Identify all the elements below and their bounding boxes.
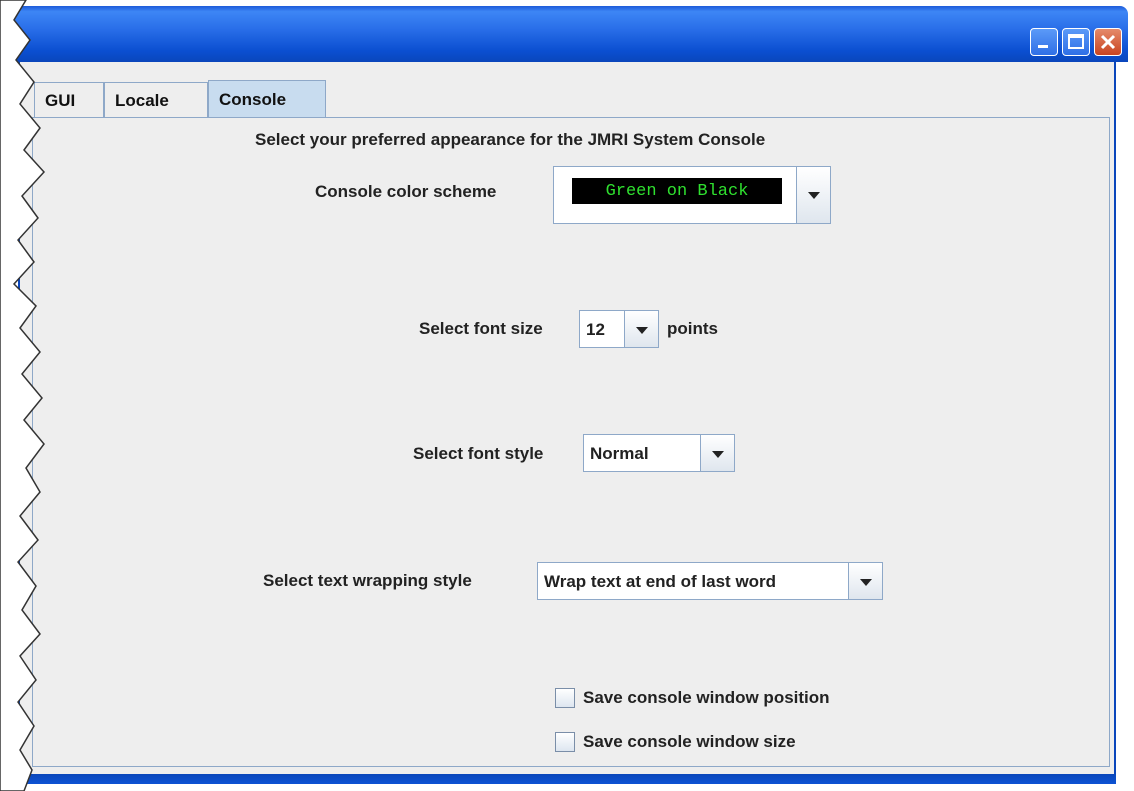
font-size-select[interactable]: 12 — [579, 310, 659, 348]
maximize-icon[interactable] — [1062, 28, 1090, 56]
save-position-checkbox[interactable] — [555, 688, 575, 708]
panel-heading: Select your preferred appearance for the… — [255, 130, 766, 149]
title-bar[interactable] — [6, 6, 1128, 62]
chevron-down-icon[interactable] — [624, 311, 658, 347]
wrap-style-select[interactable]: Wrap text at end of last word — [537, 562, 883, 600]
chevron-down-icon[interactable] — [700, 435, 734, 471]
console-settings-panel: Select your preferred appearance for the… — [32, 117, 1110, 767]
chevron-down-icon[interactable] — [848, 563, 882, 599]
save-position-label[interactable]: Save console window position — [583, 688, 830, 708]
font-style-select[interactable]: Normal — [583, 434, 735, 472]
color-scheme-value: Green on Black — [572, 178, 782, 204]
close-icon[interactable] — [1094, 28, 1122, 56]
font-size-unit: points — [667, 319, 718, 338]
wrap-style-label: Select text wrapping style — [263, 571, 472, 590]
wrap-style-value: Wrap text at end of last word — [544, 572, 777, 591]
tab-console[interactable]: Console — [208, 80, 326, 118]
torn-edge-decoration — [0, 0, 46, 791]
tab-console-label: Console — [219, 89, 287, 109]
save-size-label[interactable]: Save console window size — [583, 732, 796, 752]
window-bottom-border — [18, 774, 1116, 784]
font-style-label: Select font style — [413, 444, 544, 463]
chevron-down-icon[interactable] — [796, 167, 830, 223]
tab-locale-label: Locale — [115, 90, 169, 110]
color-scheme-select[interactable]: Green on Black — [553, 166, 831, 224]
preferences-window: GUI Locale Console Select your preferred… — [0, 0, 1134, 791]
font-size-label: Select font size — [419, 319, 543, 338]
minimize-icon[interactable] — [1030, 28, 1058, 56]
font-size-value: 12 — [586, 320, 605, 339]
color-scheme-label: Console color scheme — [315, 182, 497, 201]
save-size-checkbox[interactable] — [555, 732, 575, 752]
font-style-value: Normal — [590, 444, 649, 463]
tab-locale[interactable]: Locale — [104, 82, 208, 118]
